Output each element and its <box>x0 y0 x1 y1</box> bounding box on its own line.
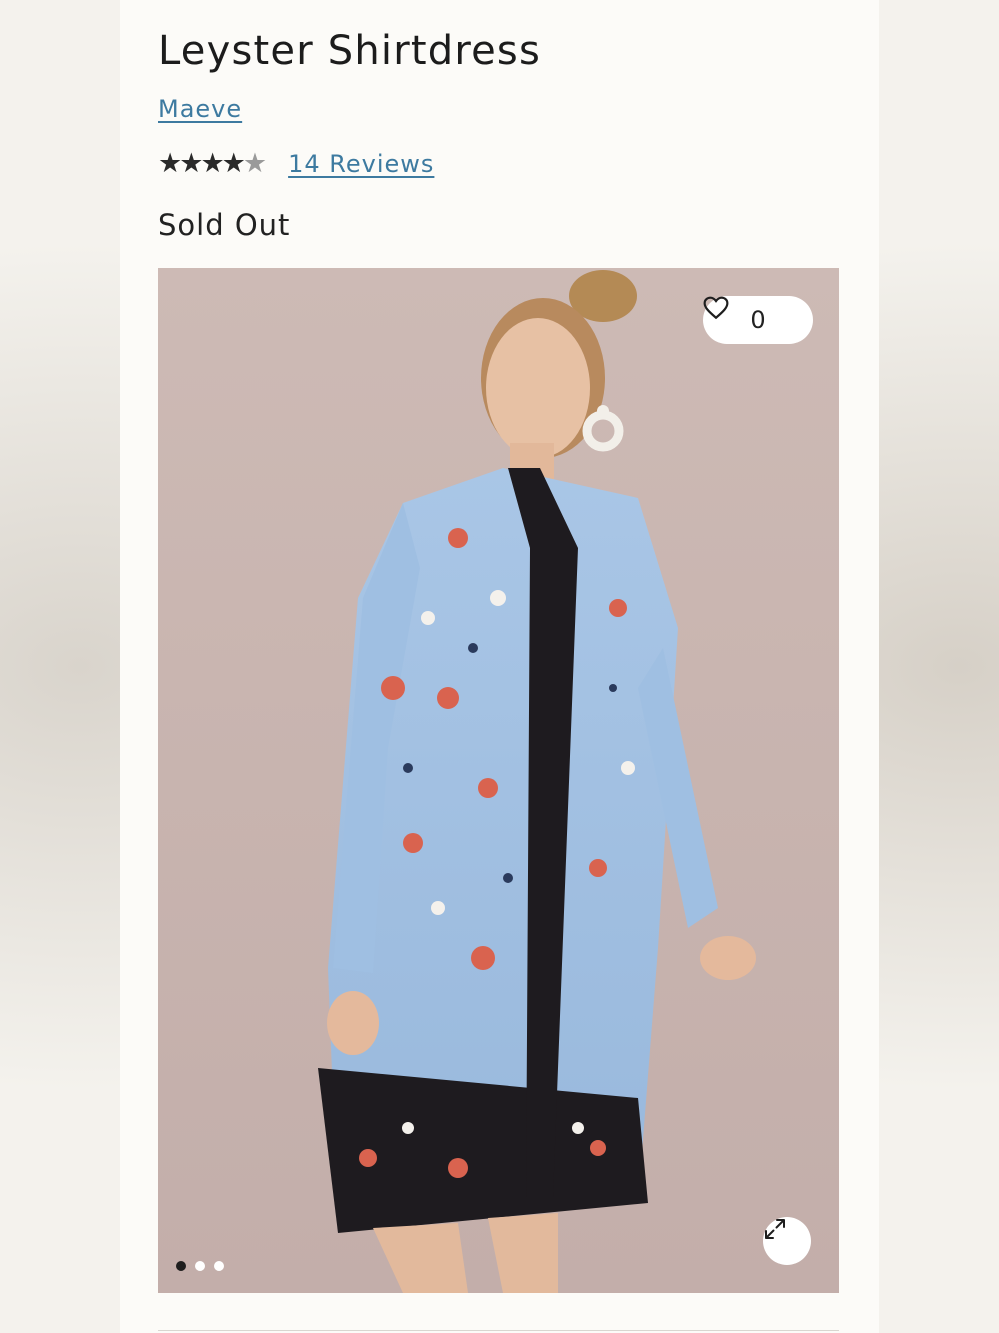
carousel-dot-2[interactable] <box>195 1261 205 1271</box>
stock-status: Sold Out <box>158 208 291 242</box>
carousel-dots <box>176 1261 224 1271</box>
product-title: Leyster Shirtdress <box>158 28 541 74</box>
product-panel: Leyster Shirtdress Maeve ★ ★ ★ ★ ★ 14 Re… <box>120 0 879 1333</box>
heart-icon <box>703 296 729 320</box>
star-rating: ★ ★ ★ ★ ★ <box>158 148 268 180</box>
like-count: 0 <box>750 306 766 334</box>
expand-icon <box>765 1219 785 1239</box>
carousel-dot-1[interactable] <box>176 1261 186 1271</box>
like-button[interactable]: 0 <box>703 296 813 344</box>
product-image-gallery[interactable]: 0 <box>158 268 839 1293</box>
rating-row: ★ ★ ★ ★ ★ 14 Reviews <box>158 148 434 180</box>
star-icon-empty: ★ <box>242 148 268 179</box>
expand-image-button[interactable] <box>763 1217 811 1265</box>
reviews-link[interactable]: 14 Reviews <box>288 150 434 178</box>
section-divider <box>158 1330 839 1331</box>
brand-link[interactable]: Maeve <box>158 95 242 123</box>
product-photo <box>318 270 756 1293</box>
carousel-dot-3[interactable] <box>214 1261 224 1271</box>
